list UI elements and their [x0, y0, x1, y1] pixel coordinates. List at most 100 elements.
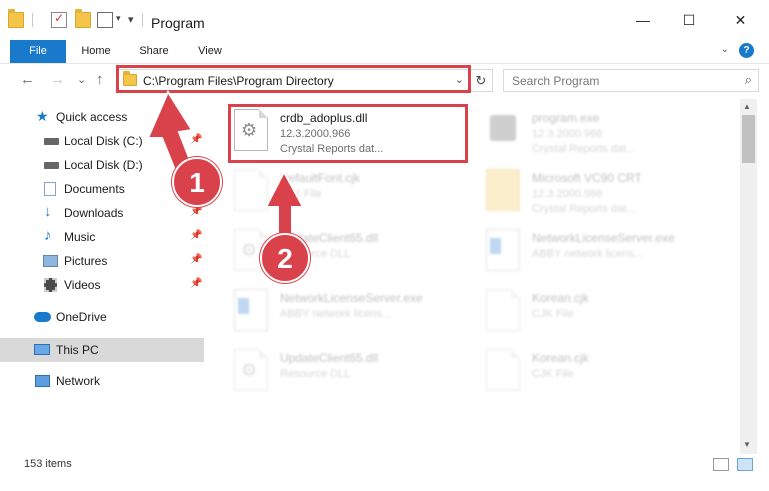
sidebar-item-music[interactable]: ♪ Music 📌 — [0, 225, 204, 249]
annotation-badge-2: 2 — [260, 233, 310, 283]
vertical-scrollbar[interactable]: ▲ ▼ — [740, 99, 757, 454]
star-icon: ★ — [36, 108, 49, 124]
pin-icon[interactable]: 📌 — [190, 278, 202, 289]
search-icon: ⌕ — [744, 72, 752, 87]
up-button[interactable]: ↑ — [96, 71, 104, 88]
scrollbar-thumb[interactable] — [742, 115, 755, 163]
collapse-ribbon-icon[interactable]: ⌄ — [721, 44, 729, 55]
list-item[interactable]: Korean.cjk CJK File — [484, 343, 724, 399]
minimize-button[interactable]: — — [620, 0, 666, 40]
file-name: program.exe — [532, 111, 600, 125]
sidebar-item-label: Pictures — [64, 254, 108, 268]
sidebar-item-label: OneDrive — [56, 310, 107, 324]
list-item[interactable]: NetworkLicenseServer.exe ABBY network li… — [484, 223, 724, 279]
sidebar-item-label: Network — [56, 374, 101, 388]
file-icon — [486, 349, 520, 391]
title-bar: ▾ ▾ Program — ☐ ✕ — [0, 0, 769, 40]
computer-icon — [34, 344, 50, 355]
window-app-icon — [234, 289, 268, 331]
back-button[interactable]: ← — [20, 71, 35, 88]
sidebar-item-label: Quick access — [56, 110, 128, 124]
close-button[interactable]: ✕ — [712, 0, 769, 40]
properties-icon[interactable] — [51, 11, 67, 28]
sidebar-item-label: Local Disk (C:) — [64, 134, 143, 148]
download-icon: ↓ — [44, 203, 52, 220]
folder-icon — [486, 169, 520, 211]
scroll-down-icon[interactable]: ▼ — [743, 440, 751, 449]
chevron-down-icon[interactable]: ▾ — [116, 13, 121, 24]
folder-icon — [8, 9, 24, 28]
sidebar-item-label: Music — [64, 230, 96, 244]
file-type: CJK File — [280, 188, 322, 200]
chevron-down-icon[interactable]: ⌄ — [455, 73, 464, 86]
file-name: UpdateClient65.dll — [280, 351, 379, 365]
file-version: 12.3.2000.966 — [532, 188, 603, 200]
refresh-button[interactable]: ↻ — [470, 69, 493, 92]
sidebar-item-this-pc[interactable]: This PC — [0, 338, 204, 362]
recent-locations-button[interactable]: ⌄ — [77, 73, 86, 86]
scroll-up-icon[interactable]: ▲ — [743, 102, 751, 111]
file-name: Korean.cjk — [532, 351, 589, 365]
address-bar[interactable]: C:\Program Files\Program Directory ⌄ — [116, 69, 470, 92]
file-name: DefaultFont.cjk — [280, 171, 361, 185]
tab-view[interactable]: View — [186, 40, 234, 63]
sidebar-item-label: Downloads — [64, 206, 124, 220]
file-version: 12.3.2000.966 — [532, 128, 603, 140]
large-icons-view-icon[interactable] — [737, 458, 753, 471]
divider — [142, 13, 143, 27]
file-version: 12.3.2000.966 — [280, 128, 351, 140]
sidebar-item-local-disk-c[interactable]: Local Disk (C:) 📌 — [0, 129, 204, 153]
file-name: crdb_adoplus.dll — [280, 111, 368, 125]
tab-file[interactable]: File — [10, 40, 66, 63]
list-item[interactable]: program.exe 12.3.2000.966 Crystal Report… — [484, 103, 724, 159]
file-icon — [234, 169, 268, 211]
file-name: Korean.cjk — [532, 291, 589, 305]
exe-icon — [486, 109, 520, 151]
list-item[interactable]: Microsoft VC90 CRT 12.3.2000.966 Crystal… — [484, 163, 724, 219]
pin-icon[interactable]: 📌 — [190, 134, 202, 145]
search-input[interactable]: Search Program ⌕ — [503, 69, 759, 92]
pin-icon[interactable]: 📌 — [190, 230, 202, 241]
file-type: Resource DLL — [280, 368, 351, 380]
sidebar-item-label: Documents — [64, 182, 125, 196]
network-icon — [35, 375, 50, 387]
sidebar-item-quick-access[interactable]: ★ Quick access — [0, 105, 204, 129]
help-icon[interactable]: ? — [739, 43, 754, 58]
window-app-icon — [486, 229, 520, 271]
address-row: ← → ⌄ ↑ C:\Program Files\Program Directo… — [0, 63, 769, 99]
videos-icon — [44, 278, 57, 292]
file-name: NetworkLicenseServer.exe — [532, 231, 675, 245]
pin-icon[interactable]: 📌 — [190, 254, 202, 265]
new-folder-icon[interactable] — [75, 9, 91, 28]
sidebar-item-onedrive[interactable]: OneDrive — [0, 305, 204, 329]
divider — [32, 13, 33, 27]
details-view-icon[interactable] — [713, 458, 729, 471]
list-item[interactable]: ⚙ crdb_adoplus.dll 12.3.2000.966 Crystal… — [232, 103, 472, 159]
maximize-button[interactable]: ☐ — [666, 0, 712, 40]
forward-button[interactable]: → — [50, 71, 65, 88]
address-path[interactable]: C:\Program Files\Program Directory — [143, 74, 334, 88]
search-placeholder: Search Program — [512, 74, 600, 88]
gear-icon: ⚙ — [241, 360, 258, 380]
gear-icon: ⚙ — [241, 120, 258, 140]
pin-icon[interactable]: 📌 — [190, 206, 202, 217]
sidebar-item-network[interactable]: Network — [0, 369, 204, 393]
file-type: CJK File — [532, 308, 574, 320]
sidebar-item-label: Videos — [64, 278, 101, 292]
file-name: Microsoft VC90 CRT — [532, 171, 642, 185]
file-type: ABBY network licens... — [532, 248, 644, 260]
list-item[interactable]: ⚙ UpdateClient65.dll Resource DLL — [232, 343, 472, 399]
customize-quick-access-icon[interactable]: ▾ — [128, 13, 134, 26]
sidebar-item-downloads[interactable]: ↓ Downloads 📌 — [0, 201, 204, 225]
list-item[interactable]: Korean.cjk CJK File — [484, 283, 724, 339]
file-type: CJK File — [532, 368, 574, 380]
list-item[interactable]: DefaultFont.cjk CJK File — [232, 163, 472, 219]
tab-home[interactable]: Home — [72, 40, 120, 63]
sidebar-item-videos[interactable]: Videos 📌 — [0, 273, 204, 297]
file-description: Crystal Reports dat... — [532, 203, 636, 215]
rename-icon[interactable] — [97, 12, 113, 28]
sidebar-item-pictures[interactable]: Pictures 📌 — [0, 249, 204, 273]
tab-share[interactable]: Share — [130, 40, 178, 63]
list-item[interactable]: NetworkLicenseServer.exe ABBY network li… — [232, 283, 472, 339]
sidebar-item-label: This PC — [56, 343, 99, 357]
